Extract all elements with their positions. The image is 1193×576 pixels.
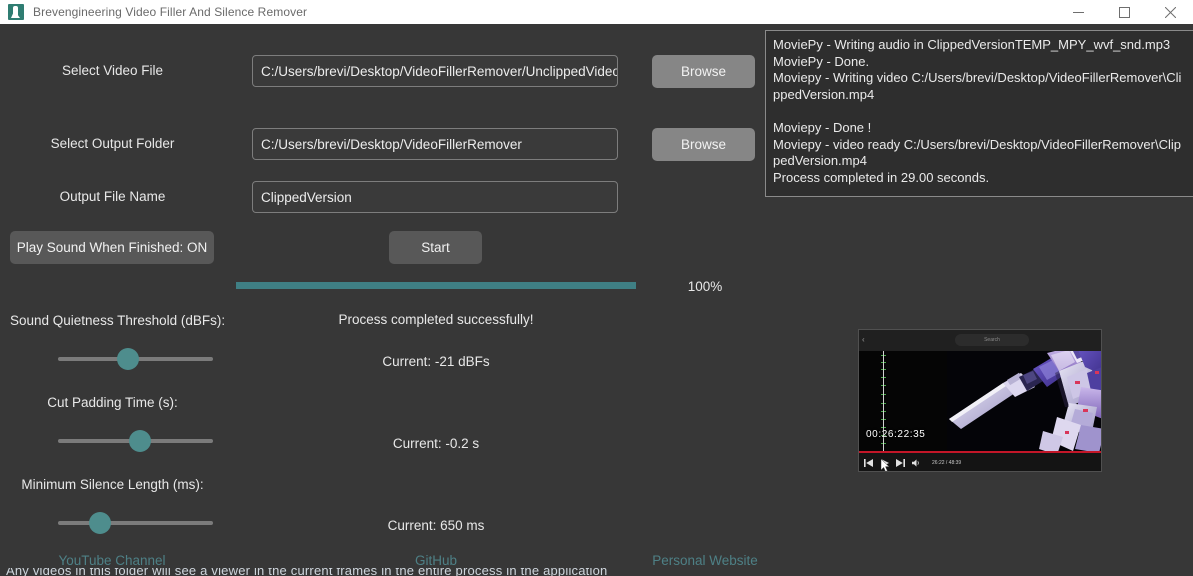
console-line: MoviePy - Writing audio in ClippedVersio… (773, 37, 1171, 52)
back-arrow-icon: ‹ (862, 335, 865, 344)
slider-label-minimum-silence-length: Minimum Silence Length (ms): (21, 477, 204, 492)
slider-value-minimum-silence-length: Current: 650 ms (387, 518, 485, 533)
progress-percent-label: 100% (687, 279, 723, 294)
slider-thumb[interactable] (88, 512, 111, 534)
video-preview[interactable]: ‹ Search 00:26:22:35 26:22 / 48:39 (858, 329, 1102, 472)
console-line: MoviePy - Done. (773, 53, 870, 69)
slider-cut-padding-time[interactable] (58, 430, 213, 452)
slider-thumb[interactable] (116, 348, 139, 370)
minimize-icon[interactable] (1055, 0, 1101, 24)
slider-thumb[interactable] (129, 430, 152, 452)
slider-minimum-silence-length[interactable] (58, 512, 213, 534)
output-folder-input[interactable]: C:/Users/brevi/Desktop/VideoFillerRemove… (252, 128, 618, 160)
video-time-display: 26:22 / 48:39 (932, 460, 962, 466)
console-line: Moviepy - Done ! (773, 119, 872, 135)
console-output[interactable]: MoviePy - Writing audio in ClippedVersio… (765, 30, 1193, 197)
maximize-icon[interactable] (1101, 0, 1147, 24)
title-bar: Brevengineering Video Filler And Silence… (0, 0, 1193, 24)
app-window: Brevengineering Video Filler And Silence… (0, 0, 1193, 576)
video-file-label: Select Video File (61, 63, 164, 78)
video-file-input[interactable]: C:/Users/brevi/Desktop/VideoFillerRemove… (252, 55, 618, 87)
slider-value-cut-padding-time: Current: -0.2 s (392, 436, 480, 451)
previous-track-icon[interactable] (864, 459, 873, 468)
volume-icon[interactable] (912, 459, 921, 468)
slider-label-quietness-threshold: Sound Quietness Threshold (dBFs): (10, 313, 226, 328)
progress-bar-fill (236, 282, 636, 289)
app-icon (8, 4, 24, 20)
video-preview-stage: 00:26:22:35 (859, 351, 1101, 451)
video-player-controls: 26:22 / 48:39 (859, 453, 1101, 471)
window-controls (1055, 0, 1193, 24)
slider-quietness-threshold[interactable] (58, 348, 213, 370)
console-line: Moviepy - video ready C:/Users/brevi/Des… (773, 136, 1181, 169)
video-preview-search-field[interactable]: Search (955, 334, 1029, 346)
output-file-name-input[interactable]: ClippedVersion (252, 181, 618, 213)
progress-bar (236, 282, 636, 289)
clipped-bottom-text: Any videos in this folder will see a vie… (0, 568, 1193, 576)
video-frame-artwork (947, 351, 1101, 451)
video-preview-topbar: ‹ Search (859, 330, 1101, 351)
output-folder-label: Select Output Folder (50, 136, 175, 151)
next-track-icon[interactable] (896, 459, 905, 468)
console-line: Moviepy - Writing video C:/Users/brevi/D… (773, 70, 1182, 102)
link-personal-website[interactable]: Personal Website (605, 553, 805, 568)
start-button[interactable]: Start (389, 231, 482, 264)
slider-track (58, 521, 213, 525)
mouse-cursor-icon (881, 459, 890, 471)
browse-video-file-button[interactable]: Browse (652, 55, 755, 88)
close-icon[interactable] (1147, 0, 1193, 24)
slider-label-cut-padding-time: Cut Padding Time (s): (47, 395, 178, 410)
console-line: Process completed in 29.00 seconds. (773, 169, 990, 185)
status-message: Process completed successfully! (338, 312, 534, 327)
slider-value-quietness-threshold: Current: -21 dBFs (382, 354, 490, 369)
link-youtube-channel[interactable]: YouTube Channel (12, 553, 212, 568)
output-file-name-label: Output File Name (59, 189, 166, 204)
video-timecode: 00:26:22:35 (866, 429, 926, 440)
play-sound-toggle-button[interactable]: Play Sound When Finished: ON (10, 231, 214, 264)
clipped-bottom-text-label: Any videos in this folder will see a vie… (6, 568, 608, 576)
window-title: Brevengineering Video Filler And Silence… (33, 5, 308, 19)
link-github[interactable]: GitHub (336, 553, 536, 568)
browse-output-folder-button[interactable]: Browse (652, 128, 755, 161)
